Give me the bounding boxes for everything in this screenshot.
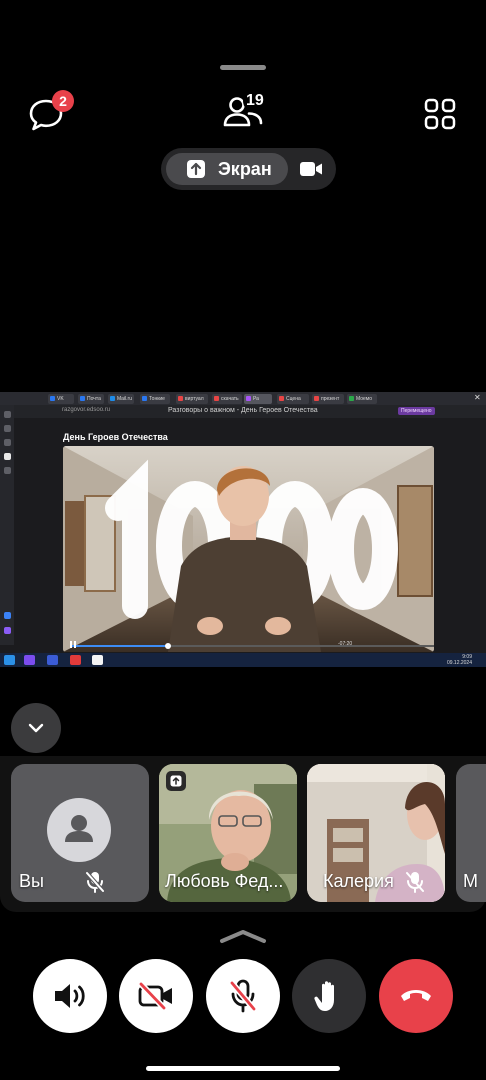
participant-name: Калерия (323, 871, 394, 891)
browser-address-bar: razgovor.edsoo.ru Разговоры о важном - Д… (0, 405, 486, 418)
camera-off-button[interactable] (119, 959, 193, 1033)
collapse-button[interactable] (11, 703, 61, 753)
video-camera-icon (300, 162, 322, 176)
browser-tab-bar: VK Почта Mail.ru Тонкие виртуал скачать … (0, 392, 486, 405)
avatar (47, 798, 111, 862)
hand-icon (314, 981, 334, 1011)
drag-handle[interactable] (220, 65, 266, 70)
browser-tab-active: Ра (244, 394, 272, 404)
mic-off-button[interactable] (206, 959, 280, 1033)
grid-icon (424, 98, 456, 130)
home-indicator[interactable] (146, 1066, 340, 1071)
video-player[interactable]: 1000 (63, 446, 434, 652)
grid-layout-button[interactable] (424, 98, 456, 130)
video-time-remaining: -07:20 (338, 641, 353, 647)
chevron-down-icon (28, 723, 44, 733)
mic-off-icon (85, 871, 105, 893)
expand-controls-button[interactable] (219, 928, 267, 949)
profile-chip: Перемещено (398, 407, 435, 415)
browser-tab: Сцена (277, 394, 309, 404)
video-progress-bar[interactable] (70, 643, 434, 649)
screen-sharing-badge (166, 771, 186, 791)
browser-sidebar (0, 405, 14, 645)
participant-name: М (463, 871, 478, 891)
screen-share-label: Экран (218, 158, 272, 179)
chevron-up-icon (220, 930, 266, 943)
participants-count: 19 (243, 90, 267, 112)
url-text: razgovor.edsoo.ru (62, 407, 111, 413)
participant-tile[interactable]: М (456, 764, 486, 902)
window-close-icon: ✕ (474, 393, 481, 402)
taskbar-app-icon (47, 655, 58, 665)
person-icon (65, 815, 93, 842)
participant-tile-self[interactable]: Вы (11, 764, 149, 902)
browser-tab: виртуал (176, 394, 208, 404)
browser-tab: Моемо (347, 394, 377, 404)
video-frame (63, 446, 434, 652)
browser-tab: Почта (78, 394, 104, 404)
taskbar-app-icon (70, 655, 81, 665)
participants-button[interactable]: 19 (222, 90, 272, 132)
browser-tab: Mail.ru (108, 394, 134, 404)
browser-tab: VK (48, 394, 74, 404)
participant-tile[interactable]: Любовь Фед... (159, 764, 297, 902)
chat-button[interactable]: 2 (28, 90, 74, 133)
taskbar-clock: 9:09 09.12.2024 (446, 654, 472, 666)
page-title-text: Разговоры о важном - День Героев Отечест… (168, 407, 318, 414)
camera-off-icon (138, 981, 172, 1011)
mic-off-icon (229, 979, 257, 1013)
mic-off-icon (406, 872, 424, 893)
windows-taskbar: 9:09 09.12.2024 (0, 653, 486, 667)
browser-tab: Тонкие (140, 394, 170, 404)
pause-icon[interactable] (70, 641, 76, 648)
raise-hand-button[interactable] (292, 959, 366, 1033)
camera-source-tab[interactable] (299, 159, 323, 179)
participant-name: Любовь Фед... (165, 871, 284, 891)
phone-hangup-icon (401, 990, 431, 1001)
hang-up-button[interactable] (379, 959, 453, 1033)
speaker-icon (55, 984, 85, 1008)
upload-icon (170, 775, 182, 787)
page-heading: День Героев Отечества (63, 432, 168, 442)
windows-start-icon (4, 655, 15, 665)
taskbar-app-icon (24, 655, 35, 665)
upload-icon (187, 160, 205, 178)
browser-tab: скачать (212, 394, 242, 404)
yandex-icon (92, 655, 103, 665)
screen-share-tab[interactable]: Экран (166, 153, 288, 185)
participant-name: Вы (19, 871, 44, 891)
speaker-button[interactable] (33, 959, 107, 1033)
video-progress-fill (70, 645, 169, 647)
chat-badge: 2 (52, 90, 74, 112)
browser-tab: презент (312, 394, 344, 404)
participant-tile[interactable]: Калерия (307, 764, 445, 902)
